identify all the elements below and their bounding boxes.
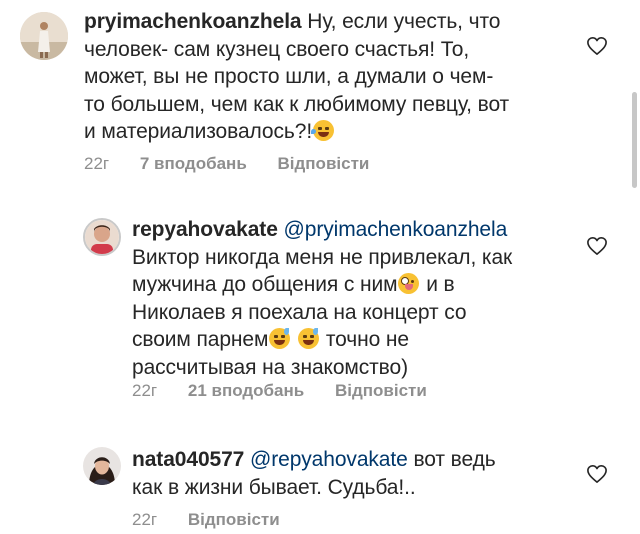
avatar-nata040577[interactable] [83,447,121,485]
grinning-face-with-sweat-icon [269,328,291,349]
comment-1-line-5: и материализовалось?! [84,120,313,143]
comment-1-line-4: то большем, чем как к любимому певцу, во… [84,92,510,116]
comment-2-line-2: мужчина до общения с ним [132,273,398,296]
comment-2-line-2b: и в [426,273,455,296]
comment-3-meta: 22г Відповісти [132,510,306,530]
avatar-image-3 [83,447,121,485]
heart-icon[interactable] [586,36,608,56]
comment-2-line-4: своим парнем [132,328,269,351]
comment-3-text: nata040577 @repyahovakate вот ведь как в… [132,446,592,501]
comment-3-line-1: вот ведь [413,448,496,471]
heart-icon[interactable] [586,464,608,484]
comment-1-username[interactable]: pryimachenkoanzhela [84,10,302,33]
comment-2-line-4b: точно не [325,328,409,351]
comment-2-age: 22г [132,381,158,400]
comment-1-text: pryimachenkoanzhela Ну, если учесть, что… [84,8,584,146]
grinning-face-with-sweat-icon [298,328,320,349]
avatar-pryimachenkoanzhela[interactable] [20,12,68,60]
heart-icon[interactable] [586,236,608,256]
comment-2-text: repyahovakate @pryimachenkoanzhela Викто… [132,216,592,381]
comment-1-line-2: человек- сам кузнец своего счастья! То, [84,37,470,61]
comment-2-line-3: Николаев я поехала на концерт со [132,300,467,324]
avatar-image-1 [20,12,68,60]
comment-2-username[interactable]: repyahovakate [132,218,278,241]
avatar-repyahovakate[interactable] [83,218,121,256]
comment-3-age: 22г [132,510,158,529]
comment-2-mention[interactable]: @pryimachenkoanzhela [284,218,508,241]
comment-1-line-3: может, вы не просто шли, а думали о чем- [84,65,494,88]
comment-3-reply-button[interactable]: Відповісти [188,510,280,529]
comment-2-likes-button[interactable]: 21 вподобань [188,381,304,400]
comment-1-age: 22г [84,154,110,173]
face-with-tears-of-joy-icon [311,120,335,141]
comment-2-line-5: рассчитывая на знакомство) [132,355,408,379]
scrollbar[interactable] [632,92,637,188]
comment-2-line-1: Виктор никогда меня не привлекал, как [132,245,513,269]
avatar-image-2 [85,220,119,254]
comment-2-reply-button[interactable]: Відповісти [335,381,427,400]
comment-3-mention[interactable]: @repyahovakate [250,448,408,471]
comment-3-line-2: как в жизни бывает. Судьба!.. [132,475,416,499]
zany-face-icon [398,273,420,294]
comment-1-meta: 22г 7 вподобань Відповісти [84,154,395,174]
comment-3-username[interactable]: nata040577 [132,448,244,471]
comment-1-likes-button[interactable]: 7 вподобань [140,154,247,173]
comment-1-reply-button[interactable]: Відповісти [278,154,370,173]
comment-2-meta: 22г 21 вподобань Відповісти [132,381,453,401]
comment-1-line-1: Ну, если учесть, что [307,10,501,33]
